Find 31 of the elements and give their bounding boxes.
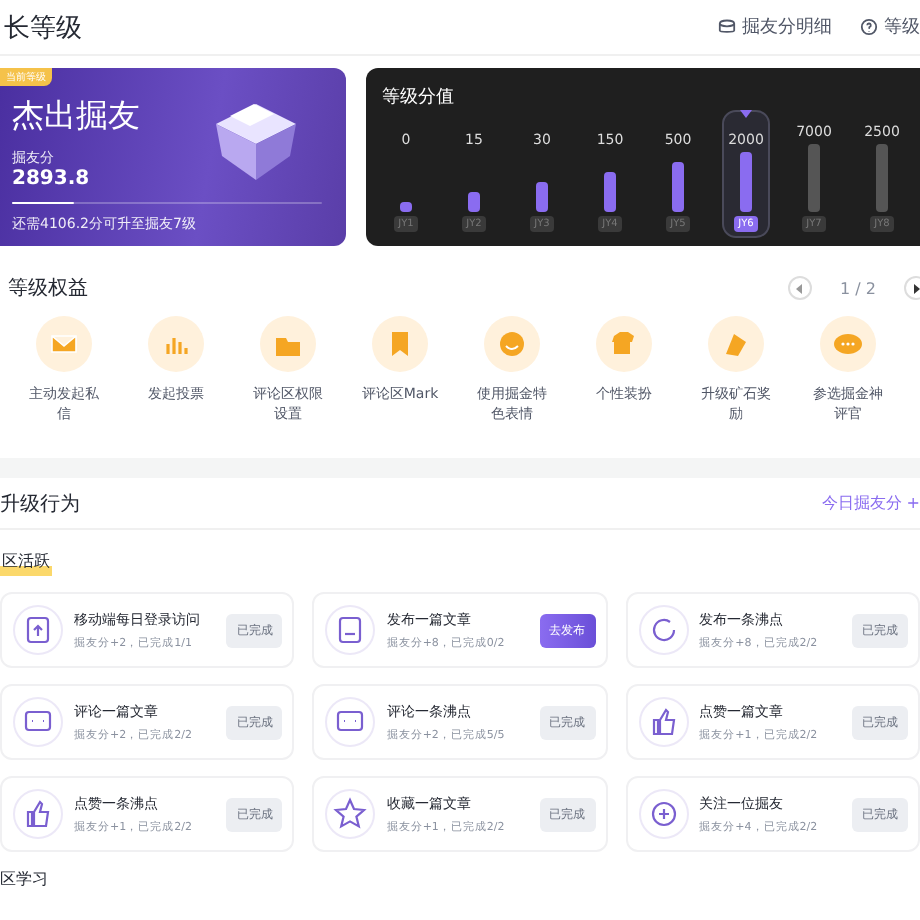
benefits-title: 等级权益 — [8, 275, 88, 302]
today-points: 今日掘友分 + — [821, 492, 920, 514]
score-value: 2893.8 — [12, 168, 92, 190]
level-help-link[interactable]: 等级 — [860, 14, 920, 40]
mail-icon — [34, 314, 94, 374]
page-indicator: 1 / 2 — [840, 279, 876, 297]
section-label: 区活跃 — [0, 550, 52, 576]
smile-icon — [482, 314, 542, 374]
help-icon — [860, 18, 878, 36]
vote-icon — [146, 314, 206, 374]
level-name: 杰出掘友 — [12, 96, 142, 138]
folder-icon — [258, 314, 318, 374]
upgrade-title: 升级行为 — [0, 491, 80, 517]
level-values-title: 等级分值 — [382, 85, 456, 110]
chevron-left-icon — [796, 283, 805, 293]
like-icon — [637, 696, 690, 748]
points-detail-link[interactable]: 掘友分明细 — [718, 14, 832, 40]
comment-icon — [324, 696, 377, 748]
chevron-right-icon — [912, 283, 920, 293]
mark-icon — [370, 314, 430, 374]
shirt-icon — [594, 314, 654, 374]
page-title: 长等级 — [4, 11, 82, 45]
previous-button[interactable] — [788, 276, 813, 300]
like-icon — [12, 788, 64, 840]
login-icon — [12, 604, 64, 656]
article-icon — [324, 604, 377, 656]
pointer-icon — [740, 110, 752, 118]
section-label: 区学习 — [0, 868, 50, 890]
database-icon — [718, 18, 736, 36]
comment-icon — [12, 696, 64, 748]
chat-icon — [818, 314, 878, 374]
